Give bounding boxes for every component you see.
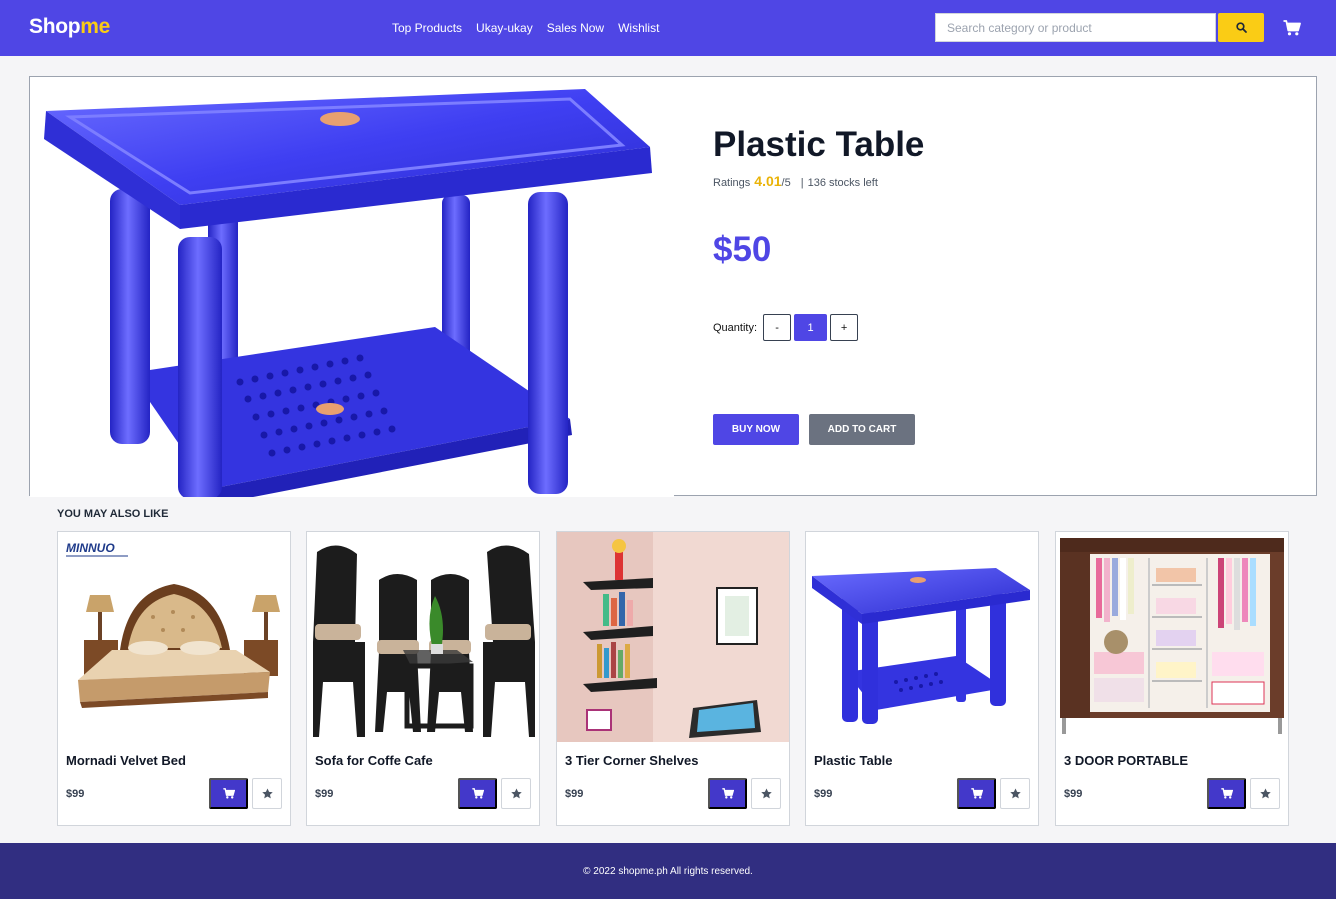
search-button[interactable] (1218, 13, 1264, 42)
add-to-cart-button[interactable]: ADD TO CART (809, 414, 915, 445)
quantity-stepper: Quantity: - 1 + (713, 314, 859, 341)
recommendations-title: YOU MAY ALSO LIKE (57, 508, 169, 520)
meta-separator: | (800, 177, 804, 189)
card-favorite-button[interactable] (1000, 778, 1030, 809)
product-card-image (557, 532, 789, 742)
card-add-to-cart-button[interactable] (1207, 778, 1246, 809)
logo[interactable]: Shopme (29, 15, 110, 39)
quantity-decrement-button[interactable]: - (763, 314, 792, 341)
cart-icon (970, 788, 983, 799)
card-add-to-cart-button[interactable] (957, 778, 996, 809)
ratings-label: Ratings (713, 177, 751, 189)
main-nav: Top Products Ukay-ukay Sales Now Wishlis… (392, 21, 659, 35)
cart-icon (222, 788, 235, 799)
header-cart-button[interactable] (1282, 18, 1302, 38)
search-input[interactable] (935, 13, 1216, 42)
copyright-text: © 2022 shopme.ph All rights reserved. (583, 865, 753, 877)
nav-wishlist[interactable]: Wishlist (618, 21, 659, 35)
card-add-to-cart-button[interactable] (209, 778, 248, 809)
quantity-increment-button[interactable]: + (830, 314, 859, 341)
product-card-price: $99 (315, 788, 334, 800)
logo-main: Shop (29, 15, 81, 38)
rating-max: /5 (781, 177, 791, 189)
nav-sales-now[interactable]: Sales Now (547, 21, 604, 35)
product-card[interactable]: 3 Tier Corner Shelves $99 (556, 531, 790, 826)
product-card[interactable]: MINNUO Mornadi Velvet Bed $99 (57, 531, 291, 826)
rating-value: 4.01 (754, 173, 782, 189)
product-card[interactable]: Sofa for Coffe Cafe $99 (306, 531, 540, 826)
card-favorite-button[interactable] (501, 778, 531, 809)
star-icon (261, 788, 273, 799)
footer: © 2022 shopme.ph All rights reserved. (0, 843, 1336, 899)
star-icon (1259, 788, 1271, 799)
product-card-name: Sofa for Coffe Cafe (315, 753, 433, 768)
product-card-name: 3 Tier Corner Shelves (565, 753, 699, 768)
card-favorite-button[interactable] (751, 778, 781, 809)
top-nav-bar: Shopme Top Products Ukay-ukay Sales Now … (0, 0, 1336, 56)
quantity-value[interactable]: 1 (794, 314, 828, 341)
product-card-image: MINNUO (58, 532, 290, 742)
brand-logo-text: MINNUO (66, 541, 115, 555)
card-add-to-cart-button[interactable] (458, 778, 497, 809)
product-card-image (307, 532, 539, 742)
product-card-price: $99 (814, 788, 833, 800)
logo-accent: me (80, 15, 111, 38)
product-image (30, 77, 674, 497)
quantity-label: Quantity: (713, 321, 758, 334)
search-icon (1235, 22, 1247, 33)
nav-top-products[interactable]: Top Products (392, 21, 462, 35)
star-icon (1009, 788, 1021, 799)
product-card-price: $99 (565, 788, 584, 800)
product-card-name: 3 DOOR PORTABLE (1064, 753, 1188, 768)
product-card[interactable]: 3 DOOR PORTABLE $99 (1055, 531, 1289, 826)
product-card[interactable]: Plastic Table $99 (805, 531, 1039, 826)
product-card-price: $99 (1064, 788, 1083, 800)
card-favorite-button[interactable] (252, 778, 282, 809)
product-meta: Ratings 4.01 /5 | 136 stocks left (713, 173, 878, 189)
star-icon (760, 788, 772, 799)
product-card-image (1056, 532, 1288, 742)
cart-icon (721, 788, 734, 799)
product-card-price: $99 (66, 788, 85, 800)
stock-count: 136 stocks left (807, 177, 878, 189)
product-detail-panel: Plastic Table Ratings 4.01 /5 | 136 stoc… (29, 76, 1317, 497)
product-card-image (806, 532, 1038, 742)
product-price: $50 (713, 230, 772, 269)
cart-icon (1283, 20, 1301, 36)
product-card-name: Plastic Table (814, 753, 893, 768)
buy-now-button[interactable]: BUY NOW (713, 414, 799, 445)
card-add-to-cart-button[interactable] (708, 778, 747, 809)
nav-ukay-ukay[interactable]: Ukay-ukay (476, 21, 533, 35)
cart-icon (471, 788, 484, 799)
product-card-name: Mornadi Velvet Bed (66, 753, 186, 768)
product-title: Plastic Table (713, 125, 925, 164)
card-favorite-button[interactable] (1250, 778, 1280, 809)
cart-icon (1220, 788, 1233, 799)
star-icon (510, 788, 522, 799)
